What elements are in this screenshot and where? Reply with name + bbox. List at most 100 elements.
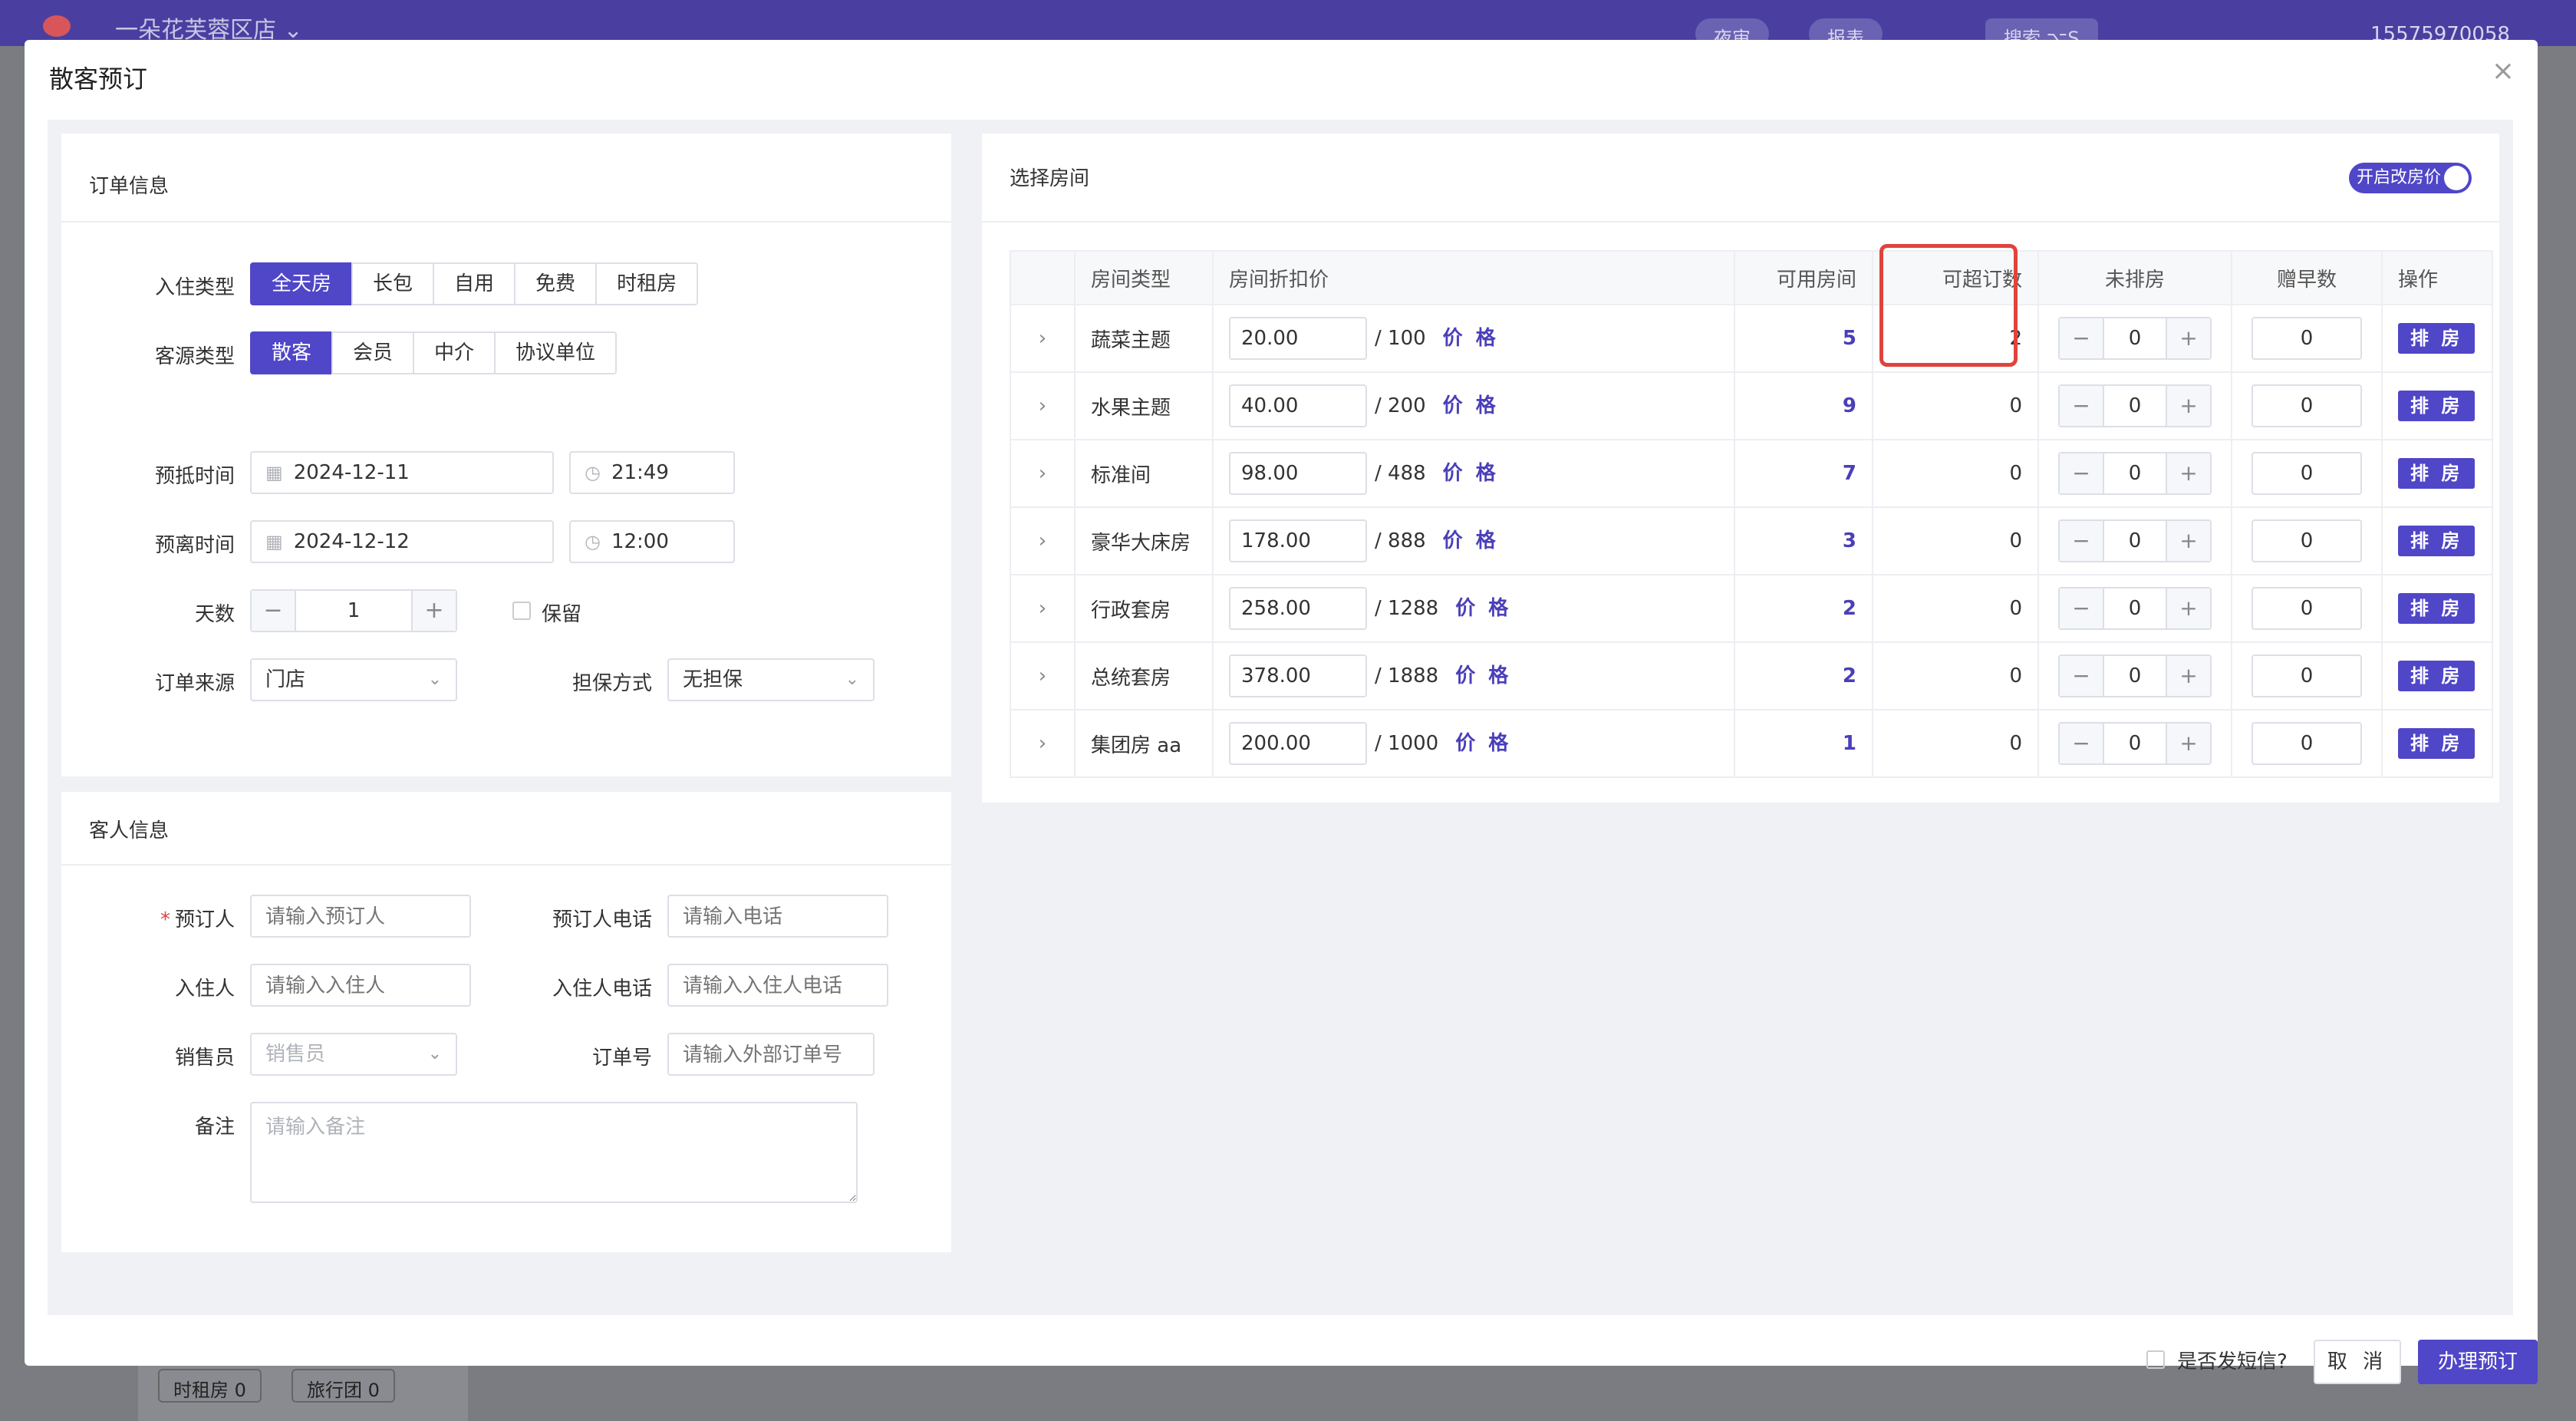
arrival-time-picker[interactable]: ◷ 21:49 [569, 451, 735, 494]
breakfast-input[interactable]: 0 [2252, 384, 2362, 427]
guest-info-title: 客人信息 [61, 792, 951, 865]
available-count[interactable]: 2 [1843, 597, 1856, 620]
retain-checkbox[interactable] [512, 602, 531, 620]
days-value[interactable]: 1 [295, 591, 413, 631]
minus-icon[interactable]: − [2060, 453, 2103, 493]
chevron-right-icon[interactable]: › [1039, 327, 1046, 350]
available-count[interactable]: 3 [1843, 529, 1856, 552]
plus-icon[interactable]: + [2167, 724, 2210, 763]
discount-price-input[interactable]: 178.00 [1229, 519, 1367, 562]
plus-icon[interactable]: + [2167, 521, 2210, 561]
table-row: › 豪华大床房 178.00/ 888 价 格 3 0 −0 + 0 排 房 [1010, 506, 2493, 575]
guest-source-option[interactable]: 中介 [413, 331, 496, 374]
discount-price-input[interactable]: 40.00 [1229, 384, 1367, 427]
breakfast-input[interactable]: 0 [2252, 654, 2362, 697]
guarantee-select[interactable]: 无担保 ⌄ [667, 658, 875, 701]
chevron-right-icon[interactable]: › [1039, 462, 1046, 485]
plus-icon[interactable]: + [2167, 656, 2210, 696]
minus-icon[interactable]: − [2060, 521, 2103, 561]
minus-icon[interactable]: − [2060, 318, 2103, 358]
room-type: 水果主题 [1074, 371, 1214, 440]
discount-price-input[interactable]: 378.00 [1229, 654, 1367, 697]
unassigned-value[interactable]: 0 [2103, 656, 2167, 696]
unassigned-value[interactable]: 0 [2103, 589, 2167, 628]
assign-room-button[interactable]: 排 房 [2398, 526, 2476, 556]
price-link[interactable]: 价 格 [1443, 462, 1499, 485]
plus-icon[interactable]: + [2167, 589, 2210, 628]
stay-type-label: 入住类型 [154, 276, 235, 299]
remark-textarea[interactable] [250, 1102, 858, 1203]
breakfast-input[interactable]: 0 [2252, 519, 2362, 562]
price-link[interactable]: 价 格 [1443, 394, 1499, 417]
booker-input[interactable] [250, 895, 471, 938]
available-count[interactable]: 1 [1843, 732, 1856, 755]
stay-type-option[interactable]: 免费 [514, 262, 598, 305]
stay-type-option[interactable]: 自用 [433, 262, 516, 305]
chevron-right-icon[interactable]: › [1039, 529, 1046, 552]
submit-booking-button[interactable]: 办理预订 [2418, 1340, 2538, 1384]
assign-room-button[interactable]: 排 房 [2398, 593, 2476, 624]
unassigned-value[interactable]: 0 [2103, 453, 2167, 493]
arrival-date-picker[interactable]: ▦ 2024-12-11 [250, 451, 554, 494]
assign-room-button[interactable]: 排 房 [2398, 728, 2476, 759]
sales-select[interactable]: 销售员 ⌄ [250, 1033, 457, 1076]
guest-source-option[interactable]: 会员 [331, 331, 415, 374]
chevron-right-icon[interactable]: › [1039, 597, 1046, 620]
price-edit-toggle[interactable]: 开启改房价 [2349, 163, 2472, 193]
price-link[interactable]: 价 格 [1443, 327, 1499, 350]
breakfast-input[interactable]: 0 [2252, 317, 2362, 360]
cancel-button[interactable]: 取 消 [2314, 1340, 2401, 1384]
assign-room-button[interactable]: 排 房 [2398, 323, 2476, 354]
order-no-input[interactable] [667, 1033, 875, 1076]
assign-room-button[interactable]: 排 房 [2398, 458, 2476, 489]
breakfast-input[interactable]: 0 [2252, 722, 2362, 765]
plus-icon[interactable]: + [2167, 386, 2210, 426]
breakfast-input[interactable]: 0 [2252, 587, 2362, 630]
minus-icon[interactable]: − [2060, 656, 2103, 696]
discount-price-input[interactable]: 98.00 [1229, 452, 1367, 495]
chevron-right-icon[interactable]: › [1039, 394, 1046, 417]
guest-source-option[interactable]: 协议单位 [494, 331, 618, 374]
departure-date-picker[interactable]: ▦ 2024-12-12 [250, 520, 554, 563]
stay-type-option[interactable]: 时租房 [595, 262, 699, 305]
close-icon[interactable]: × [2492, 55, 2515, 87]
minus-icon[interactable]: − [2060, 589, 2103, 628]
arrival-time: 21:49 [611, 461, 669, 484]
plus-icon[interactable]: + [2167, 453, 2210, 493]
room-table: 房间类型 房间折扣价 可用房间 可超订数 未排房 赠早数 操作 › 蔬菜主题 2… [1010, 250, 2493, 778]
booker-phone-input[interactable] [667, 895, 888, 938]
unassigned-value[interactable]: 0 [2103, 318, 2167, 358]
available-count[interactable]: 2 [1843, 664, 1856, 687]
minus-icon[interactable]: − [2060, 386, 2103, 426]
chevron-right-icon[interactable]: › [1039, 664, 1046, 687]
sms-checkbox[interactable] [2146, 1350, 2165, 1369]
occupant-input[interactable] [250, 964, 471, 1007]
discount-price-input[interactable]: 200.00 [1229, 722, 1367, 765]
price-link[interactable]: 价 格 [1455, 732, 1511, 755]
discount-price-input[interactable]: 20.00 [1229, 317, 1367, 360]
chevron-right-icon[interactable]: › [1039, 732, 1046, 755]
breakfast-input[interactable]: 0 [2252, 452, 2362, 495]
guest-source-option[interactable]: 散客 [250, 331, 334, 374]
minus-icon[interactable]: − [252, 591, 295, 631]
occupant-phone-input[interactable] [667, 964, 888, 1007]
available-count[interactable]: 5 [1843, 327, 1856, 350]
unassigned-value[interactable]: 0 [2103, 521, 2167, 561]
price-link[interactable]: 价 格 [1443, 529, 1499, 552]
order-source-select[interactable]: 门店 ⌄ [250, 658, 457, 701]
unassigned-value[interactable]: 0 [2103, 386, 2167, 426]
price-link[interactable]: 价 格 [1455, 597, 1511, 620]
available-count[interactable]: 7 [1843, 462, 1856, 485]
stay-type-option[interactable]: 长包 [351, 262, 435, 305]
price-link[interactable]: 价 格 [1455, 664, 1511, 687]
available-count[interactable]: 9 [1843, 394, 1856, 417]
unassigned-value[interactable]: 0 [2103, 724, 2167, 763]
minus-icon[interactable]: − [2060, 724, 2103, 763]
assign-room-button[interactable]: 排 房 [2398, 391, 2476, 421]
discount-price-input[interactable]: 258.00 [1229, 587, 1367, 630]
stay-type-option[interactable]: 全天房 [250, 262, 354, 305]
plus-icon[interactable]: + [413, 591, 456, 631]
departure-time-picker[interactable]: ◷ 12:00 [569, 520, 735, 563]
plus-icon[interactable]: + [2167, 318, 2210, 358]
assign-room-button[interactable]: 排 房 [2398, 661, 2476, 691]
